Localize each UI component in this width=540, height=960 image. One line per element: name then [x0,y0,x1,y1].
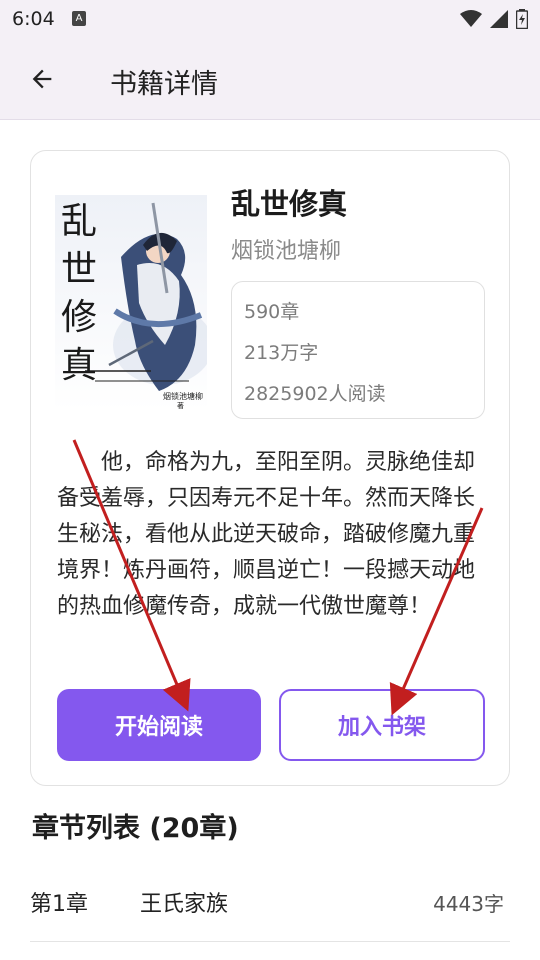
book-description: 他，命格为九，至阳至阴。灵脉绝佳却备受羞辱，只因寿元不足十年。然而天降长生秘法，… [57,450,476,619]
status-time: 6:04 [12,8,55,30]
status-icons [460,7,528,31]
cover-art: 乱 世 修 真 烟锁池塘柳 著 [55,195,207,411]
arrow-left-icon [32,69,52,89]
chapter-list-header: 章节列表 (20章) [32,813,239,844]
battery-icon [516,9,528,29]
cover-title-char-1: 乱 [61,201,97,242]
reader-count: 2825902人阅读 [244,383,386,405]
back-button[interactable] [22,59,62,99]
book-cover[interactable]: 乱 世 修 真 烟锁池塘柳 著 [55,195,207,411]
page-title: 书籍详情 [110,69,218,100]
chapter-number: 第1章 [30,892,88,917]
cover-author-suffix: 著 [177,401,184,410]
cover-title-char-2: 世 [61,249,97,290]
book-stats: 590章 213万字 2825902人阅读 [231,281,485,419]
wifi-icon [460,10,482,27]
chapter-word-count: 4443字 [433,892,504,916]
book-author: 烟锁池塘柳 [231,239,342,264]
cover-title-char-3: 修 [61,297,97,338]
book-title: 乱世修真 [231,187,348,221]
start-reading-button[interactable]: 开始阅读 [57,689,261,761]
word-count: 213万字 [244,342,319,364]
chapter-count: 590章 [244,301,300,323]
chapter-name: 王氏家族 [140,892,229,917]
status-bar: 6:04 A [0,0,540,38]
a-letter-icon: A [72,11,86,26]
signal-icon [490,10,508,28]
cover-author: 烟锁池塘柳 [163,391,203,401]
book-detail-card: 乱 世 修 真 烟锁池塘柳 著 乱世修真 烟锁池塘柳 590章 213万字 28… [30,150,510,786]
chapter-row[interactable]: 第1章 王氏家族 4443字 [30,862,510,942]
cover-title-char-4: 真 [61,345,97,386]
app-bar: 书籍详情 [0,38,540,120]
add-to-shelf-button[interactable]: 加入书架 [279,689,485,761]
